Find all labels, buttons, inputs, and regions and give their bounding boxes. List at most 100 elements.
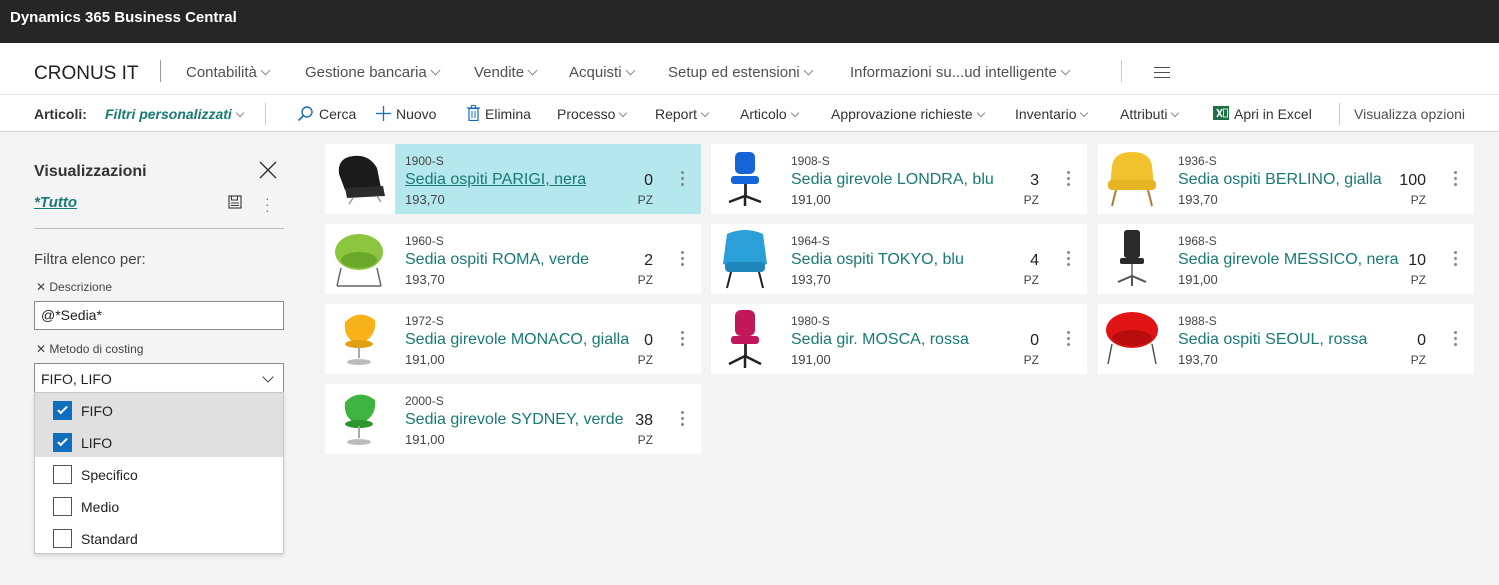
description-filter-input[interactable]: @*Sedia* — [34, 301, 284, 330]
trash-icon — [467, 105, 480, 122]
option-lifo[interactable]: LIFO — [35, 425, 283, 457]
more-options-icon[interactable] — [681, 331, 685, 349]
item-description-link[interactable]: Sedia ospiti PARIGI, nera — [405, 171, 586, 189]
filter-field-costing-method[interactable]: ✕ Metodo di costing — [36, 342, 143, 356]
option-medio[interactable]: Medio — [35, 489, 283, 521]
item-tile[interactable]: 1908-S Sedia girevole LONDRA, blu 191,00 3 P… — [711, 144, 1087, 214]
open-in-excel-button[interactable]: Apri in Excel — [1213, 106, 1312, 123]
remove-filter-icon[interactable]: ✕ — [36, 280, 49, 294]
chair-image[interactable] — [711, 144, 781, 214]
item-number: 2000-S — [405, 394, 444, 408]
more-options-icon[interactable] — [1067, 171, 1071, 189]
item-unit-of-measure: PZ — [1410, 193, 1426, 207]
costing-method-select[interactable]: FIFO, LIFO — [34, 363, 284, 393]
main-content: Visualizzazioni *Tutto · · · Filtra elenco… — [0, 132, 1499, 585]
new-button[interactable]: Nuovo — [376, 105, 436, 123]
item-unit-price: 191,00 — [1178, 272, 1218, 287]
filter-selector[interactable]: Filtri personalizzati — [105, 106, 245, 122]
menu-articolo[interactable]: Articolo — [740, 106, 799, 122]
chair-image[interactable] — [1098, 144, 1168, 214]
item-tile[interactable]: 1936-S Sedia ospiti BERLINO, gialla 193,70… — [1098, 144, 1474, 214]
item-tile[interactable]: 1968-S Sedia girevole MESSICO, nera 191,00… — [1098, 224, 1474, 294]
more-options-icon[interactable] — [681, 251, 685, 269]
option-fifo[interactable]: FIFO — [35, 393, 283, 425]
chair-image[interactable] — [325, 144, 395, 214]
save-view-icon[interactable] — [228, 195, 243, 210]
item-description-link[interactable]: Sedia ospiti ROMA, verde — [405, 251, 589, 269]
checkbox[interactable] — [53, 465, 72, 484]
option-specifico[interactable]: Specifico — [35, 457, 283, 489]
more-options-icon[interactable] — [1067, 251, 1071, 269]
search-button[interactable]: Cerca — [297, 106, 356, 124]
item-tile[interactable]: 1980-S Sedia gir. MOSCA, rossa 191,00 0 PZ — [711, 304, 1087, 374]
chevron-down-icon — [1080, 108, 1089, 118]
item-inventory-qty: 100 — [1399, 172, 1426, 189]
more-options-icon[interactable] — [1454, 171, 1458, 189]
checkbox[interactable] — [53, 401, 72, 420]
divider — [34, 228, 284, 229]
nav-item-setup[interactable]: Setup ed estensioni — [668, 64, 814, 81]
chair-image[interactable] — [1098, 224, 1168, 294]
menu-report[interactable]: Report — [655, 106, 710, 122]
nav-item-acquisti[interactable]: Acquisti — [569, 64, 635, 81]
item-description-link[interactable]: Sedia girevole MONACO, gialla — [405, 331, 629, 349]
item-tile[interactable]: 1972-S Sedia girevole MONACO, gialla 191,0… — [325, 304, 701, 374]
item-inventory-qty: 38 — [635, 412, 653, 429]
more-options-icon[interactable] — [1067, 331, 1071, 349]
item-description-link[interactable]: Sedia ospiti SEOUL, rossa — [1178, 331, 1367, 349]
item-unit-price: 191,00 — [791, 352, 831, 367]
entity-label: Articoli: — [34, 106, 87, 122]
chair-image[interactable] — [711, 224, 781, 294]
more-options-icon[interactable] — [681, 171, 685, 189]
nav-item-label: Contabilità — [186, 64, 257, 81]
item-tile[interactable]: 1900-S Sedia ospiti PARIGI, nera 193,70 0 PZ — [325, 144, 701, 214]
menu-approvazione[interactable]: Approvazione richieste — [831, 106, 985, 122]
item-unit-of-measure: PZ — [1410, 353, 1426, 367]
close-icon[interactable] — [259, 161, 277, 179]
company-name[interactable]: CRONUS IT — [34, 63, 139, 85]
view-options-button[interactable]: Visualizza opzioni — [1354, 106, 1465, 122]
item-description-link[interactable]: Sedia girevole MESSICO, nera — [1178, 251, 1399, 269]
nav-item-vendite[interactable]: Vendite — [474, 64, 538, 81]
menu-inventario[interactable]: Inventario — [1015, 106, 1089, 122]
option-standard[interactable]: Standard — [35, 521, 283, 553]
nav-item-informazioni[interactable]: Informazioni su...ud intelligente — [850, 64, 1071, 81]
item-tile[interactable]: 2000-S Sedia girevole SYDNEY, verde 191,00… — [325, 384, 701, 454]
item-unit-price: 193,70 — [1178, 192, 1218, 207]
checkbox[interactable] — [53, 529, 72, 548]
more-options-icon[interactable]: · · · — [265, 191, 270, 217]
chair-image[interactable] — [1098, 304, 1168, 374]
item-description-link[interactable]: Sedia girevole LONDRA, blu — [791, 171, 994, 189]
nav-item-gestione-bancaria[interactable]: Gestione bancaria — [305, 64, 441, 81]
item-tile[interactable]: 1964-S Sedia ospiti TOKYO, blu 193,70 4 PZ — [711, 224, 1087, 294]
nav-item-label: Informazioni su...ud intelligente — [850, 64, 1057, 81]
current-view-link[interactable]: *Tutto — [34, 194, 77, 211]
checkbox[interactable] — [53, 497, 72, 516]
chair-image[interactable] — [711, 304, 781, 374]
filter-field-description[interactable]: ✕ Descrizione — [36, 280, 112, 294]
item-description-link[interactable]: Sedia gir. MOSCA, rossa — [791, 331, 969, 349]
checkbox[interactable] — [53, 433, 72, 452]
item-tile[interactable]: 1960-S Sedia ospiti ROMA, verde 193,70 2 PZ — [325, 224, 701, 294]
item-description-link[interactable]: Sedia ospiti TOKYO, blu — [791, 251, 964, 269]
chevron-down-icon — [1171, 108, 1180, 118]
menu-icon[interactable] — [1154, 67, 1170, 82]
more-options-icon[interactable] — [1454, 251, 1458, 269]
nav-divider — [1121, 60, 1122, 82]
remove-filter-icon[interactable]: ✕ — [36, 342, 49, 356]
menu-attributi[interactable]: Attributi — [1120, 106, 1180, 122]
item-tile[interactable]: 1988-S Sedia ospiti SEOUL, rossa 193,70 0 PZ — [1098, 304, 1474, 374]
nav-item-contabilita[interactable]: Contabilità — [186, 64, 271, 81]
chair-image[interactable] — [325, 224, 395, 294]
chair-image[interactable] — [325, 304, 395, 374]
more-options-icon[interactable] — [681, 411, 685, 429]
menu-processo[interactable]: Processo — [557, 106, 628, 122]
item-description-link[interactable]: Sedia girevole SYDNEY, verde — [405, 411, 624, 429]
filter-selector-label: Filtri personalizzati — [105, 106, 232, 122]
more-options-icon[interactable] — [1454, 331, 1458, 349]
delete-button[interactable]: Elimina — [467, 105, 531, 123]
action-divider — [1339, 103, 1340, 125]
item-description-link[interactable]: Sedia ospiti BERLINO, gialla — [1178, 171, 1382, 189]
item-inventory-qty: 0 — [644, 172, 653, 189]
chair-image[interactable] — [325, 384, 395, 454]
